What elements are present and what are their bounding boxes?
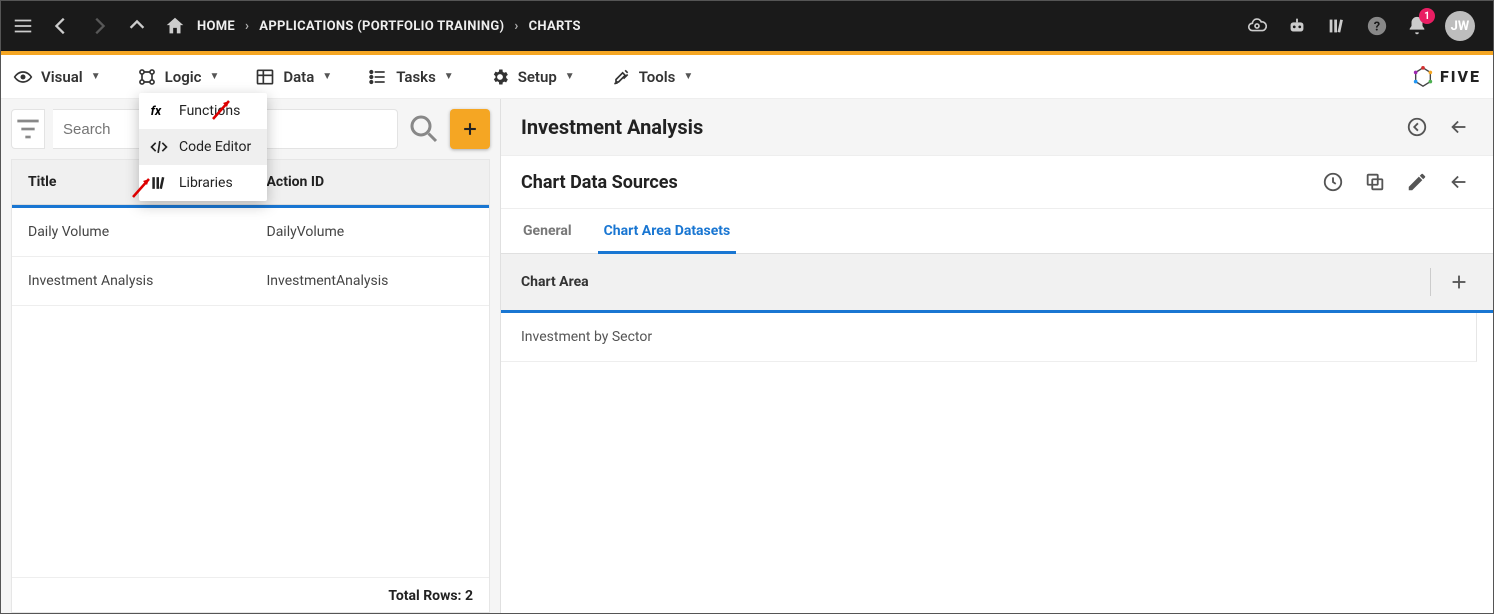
right-pane: Investment Analysis Chart Data Sources	[501, 99, 1493, 613]
robot-icon[interactable]	[1285, 14, 1309, 38]
detail-subtitle: Chart Data Sources	[521, 172, 678, 193]
svg-text:fx: fx	[151, 104, 162, 119]
tab-general[interactable]: General	[521, 209, 574, 253]
chevron-down-icon: ▼	[91, 71, 101, 82]
menu-setup[interactable]: Setup ▼	[490, 67, 575, 87]
chevron-down-icon: ▼	[683, 71, 693, 82]
logic-menu-code-editor[interactable]: Code Editor	[139, 129, 267, 165]
nav-forward-icon	[87, 14, 111, 38]
table-footer-total: Total Rows: 2	[12, 577, 489, 612]
menu-data[interactable]: Data ▼	[255, 67, 332, 87]
chevron-down-icon: ▼	[444, 71, 454, 82]
nav-up-icon[interactable]	[125, 14, 149, 38]
chevron-down-icon: ▼	[322, 71, 332, 82]
search-icon[interactable]	[406, 111, 442, 147]
back-arrow-icon[interactable]	[1445, 168, 1473, 196]
menu-tasks-label: Tasks	[396, 68, 436, 86]
bell-icon[interactable]	[1405, 14, 1429, 38]
chevron-right-icon: ›	[245, 19, 249, 34]
breadcrumb-applications[interactable]: APPLICATIONS (PORTFOLIO TRAINING)	[259, 19, 504, 34]
menu-tools[interactable]: Tools ▼	[611, 67, 694, 87]
menu-visual[interactable]: Visual ▼	[13, 67, 101, 87]
chevron-down-icon: ▼	[209, 71, 219, 82]
menu-logic[interactable]: Logic ▼	[137, 67, 220, 87]
tab-chart-area-datasets[interactable]: Chart Area Datasets	[602, 209, 733, 253]
library-icon[interactable]	[1325, 14, 1349, 38]
hamburger-icon[interactable]	[11, 14, 35, 38]
menu-logic-label: Logic	[165, 68, 202, 86]
logic-dropdown: fx Functions Code Editor Libraries	[139, 93, 267, 201]
menu-setup-label: Setup	[518, 68, 557, 86]
cell-title: Investment Analysis	[12, 257, 251, 305]
breadcrumb-charts[interactable]: CHARTS	[529, 19, 581, 34]
nav-back-icon[interactable]	[49, 14, 73, 38]
breadcrumb-home[interactable]: HOME	[197, 19, 235, 34]
menu-visual-label: Visual	[41, 68, 83, 86]
annotation-arrow	[131, 173, 157, 199]
charts-table: Title Action ID Daily Volume DailyVolume…	[11, 159, 490, 613]
col-header-action-id[interactable]: Action ID	[251, 160, 490, 204]
divider	[1430, 268, 1431, 296]
table-row[interactable]: Investment Analysis InvestmentAnalysis	[12, 257, 489, 306]
section-chart-area-label: Chart Area	[521, 274, 589, 290]
logic-menu-code-editor-label: Code Editor	[179, 139, 251, 155]
logic-menu-libraries-label: Libraries	[179, 175, 233, 191]
home-icon[interactable]	[163, 14, 187, 38]
table-row[interactable]: Daily Volume DailyVolume	[12, 208, 489, 257]
menu-data-label: Data	[283, 68, 314, 86]
back-circle-icon[interactable]	[1403, 113, 1431, 141]
detail-title: Investment Analysis	[521, 115, 703, 139]
add-chart-area-icon[interactable]	[1445, 268, 1473, 296]
menu-tasks[interactable]: Tasks ▼	[368, 67, 454, 87]
chart-area-item[interactable]: Investment by Sector	[501, 313, 1477, 362]
cell-title: Daily Volume	[12, 208, 251, 256]
annotation-arrow	[211, 95, 237, 121]
history-icon[interactable]	[1319, 168, 1347, 196]
filter-icon[interactable]	[11, 109, 45, 149]
brand-label: FIVE	[1440, 67, 1481, 86]
edit-icon[interactable]	[1403, 168, 1431, 196]
detail-tabs: General Chart Area Datasets	[501, 209, 1493, 254]
help-icon[interactable]: ?	[1365, 14, 1389, 38]
cell-action-id: InvestmentAnalysis	[251, 257, 490, 305]
chevron-right-icon: ›	[514, 19, 518, 34]
chevron-down-icon: ▼	[565, 71, 575, 82]
copy-icon[interactable]	[1361, 168, 1389, 196]
svg-text:?: ?	[1374, 20, 1380, 35]
menu-bar: Visual ▼ Logic ▼ Data ▼ Tasks ▼ Setup ▼ …	[1, 55, 1493, 99]
cell-action-id: DailyVolume	[251, 208, 490, 256]
user-avatar[interactable]: JW	[1445, 11, 1475, 41]
back-arrow-icon[interactable]	[1445, 113, 1473, 141]
top-navbar: HOME › APPLICATIONS (PORTFOLIO TRAINING)…	[1, 1, 1493, 51]
brand-logo: FIVE	[1412, 66, 1481, 88]
cloud-icon[interactable]	[1245, 14, 1269, 38]
menu-tools-label: Tools	[639, 68, 676, 86]
logic-menu-libraries[interactable]: Libraries	[139, 165, 267, 201]
add-button[interactable]	[450, 109, 490, 149]
logic-menu-functions[interactable]: fx Functions	[139, 93, 267, 129]
